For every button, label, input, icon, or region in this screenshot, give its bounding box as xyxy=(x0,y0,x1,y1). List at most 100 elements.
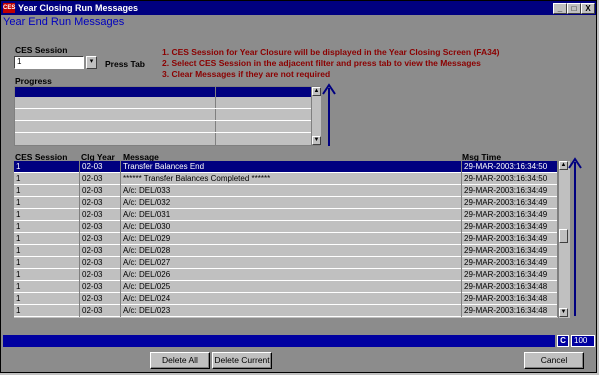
table-row[interactable]: 1 02-03 A/c: DEL/030 29-MAR-2003:16:34:49 xyxy=(14,221,558,233)
cell-msg-time[interactable]: 29-MAR-2003:16:34:49 xyxy=(462,185,558,197)
table-row[interactable]: 1 02-03 A/c: DEL/029 29-MAR-2003:16:34:49 xyxy=(14,233,558,245)
progress-divider xyxy=(215,87,216,145)
scroll-up-icon[interactable]: ▲ xyxy=(312,87,321,96)
cell-clg-year[interactable]: 02-03 xyxy=(80,185,121,197)
cell-ces-session[interactable]: 1 xyxy=(14,245,80,257)
table-row[interactable]: 1 02-03 A/c: DEL/025 29-MAR-2003:16:34:48 xyxy=(14,281,558,293)
app-icon: CES xyxy=(3,3,16,13)
cell-message[interactable]: A/c: DEL/027 xyxy=(121,257,462,269)
cell-ces-session[interactable]: 1 xyxy=(14,293,80,305)
cell-msg-time[interactable]: 29-MAR-2003:16:34:49 xyxy=(462,197,558,209)
progress-line xyxy=(15,120,311,121)
delete-all-button[interactable]: Delete All xyxy=(150,352,210,369)
cell-message[interactable]: Transfer Balances End xyxy=(121,161,462,173)
cell-clg-year[interactable]: 02-03 xyxy=(80,281,121,293)
status-mode: C xyxy=(557,335,569,347)
cell-ces-session[interactable]: 1 xyxy=(14,233,80,245)
table-row[interactable]: 1 02-03 A/c: DEL/024 29-MAR-2003:16:34:48 xyxy=(14,293,558,305)
annotation-arrow-up-icon xyxy=(568,157,582,316)
title-bar: CES Year Closing Run Messages _ □ X xyxy=(1,1,596,15)
cell-ces-session[interactable]: 1 xyxy=(14,269,80,281)
cell-msg-time[interactable]: 29-MAR-2003:16:34:49 xyxy=(462,221,558,233)
cell-clg-year[interactable]: 02-03 xyxy=(80,305,121,317)
cell-ces-session[interactable]: 1 xyxy=(14,305,80,317)
cell-message[interactable]: A/c: DEL/024 xyxy=(121,293,462,305)
cell-msg-time[interactable]: 29-MAR-2003:16:34:49 xyxy=(462,245,558,257)
progress-line xyxy=(15,108,311,109)
cell-message[interactable]: A/c: DEL/030 xyxy=(121,221,462,233)
progress-label: Progress xyxy=(15,76,52,86)
cell-clg-year[interactable]: 02-03 xyxy=(80,257,121,269)
cell-clg-year[interactable]: 02-03 xyxy=(80,221,121,233)
cell-msg-time[interactable]: 29-MAR-2003:16:34:48 xyxy=(462,305,558,317)
cell-ces-session[interactable]: 1 xyxy=(14,257,80,269)
cell-clg-year[interactable]: 02-03 xyxy=(80,233,121,245)
scroll-up-icon[interactable]: ▲ xyxy=(559,161,568,170)
window-title: Year Closing Run Messages xyxy=(18,3,139,13)
cell-clg-year[interactable]: 02-03 xyxy=(80,209,121,221)
scroll-down-icon[interactable]: ▼ xyxy=(559,308,568,317)
cell-msg-time[interactable]: 29-MAR-2003:16:34:48 xyxy=(462,281,558,293)
cell-ces-session[interactable]: 1 xyxy=(14,209,80,221)
cell-msg-time[interactable]: 29-MAR-2003:16:34:49 xyxy=(462,209,558,221)
cell-ces-session[interactable]: 1 xyxy=(14,197,80,209)
table-row[interactable]: 1 02-03 A/c: DEL/027 29-MAR-2003:16:34:49 xyxy=(14,257,558,269)
annotation-arrow-up-icon xyxy=(322,83,336,146)
cell-message[interactable]: A/c: DEL/031 xyxy=(121,209,462,221)
cell-message[interactable]: A/c: DEL/033 xyxy=(121,185,462,197)
cell-msg-time[interactable]: 29-MAR-2003:16:34:49 xyxy=(462,257,558,269)
cell-message[interactable]: ****** Transfer Balances Completed *****… xyxy=(121,173,462,185)
table-row[interactable]: 1 02-03 A/c: DEL/026 29-MAR-2003:16:34:49 xyxy=(14,269,558,281)
cell-clg-year[interactable]: 02-03 xyxy=(80,197,121,209)
status-count: 100 xyxy=(571,335,595,347)
cell-message[interactable]: A/c: DEL/029 xyxy=(121,233,462,245)
instruction-3: 3. Clear Messages if they are not requir… xyxy=(162,69,331,79)
table-row[interactable]: 1 02-03 A/c: DEL/028 29-MAR-2003:16:34:49 xyxy=(14,245,558,257)
maximize-button[interactable]: □ xyxy=(567,3,581,14)
instruction-1: 1. CES Session for Year Closure will be … xyxy=(162,47,500,57)
cell-msg-time[interactable]: 29-MAR-2003:16:34:48 xyxy=(462,293,558,305)
cell-msg-time[interactable]: 29-MAR-2003:16:34:49 xyxy=(462,269,558,281)
delete-current-button[interactable]: Delete Current xyxy=(212,352,272,369)
cell-clg-year[interactable]: 02-03 xyxy=(80,293,121,305)
progress-scrollbar[interactable]: ▲ ▼ xyxy=(311,87,321,145)
ces-session-input[interactable]: 1 xyxy=(14,56,84,69)
messages-grid: 1 02-03 Transfer Balances End 29-MAR-2003:1… xyxy=(14,161,570,318)
table-row[interactable]: 1 02-03 ****** Transfer Balances Completed… xyxy=(14,173,558,185)
instruction-2: 2. Select CES Session in the adjacent fi… xyxy=(162,58,481,68)
progress-row[interactable] xyxy=(15,87,311,97)
cell-message[interactable]: A/c: DEL/026 xyxy=(121,269,462,281)
cell-clg-year[interactable]: 02-03 xyxy=(80,245,121,257)
cell-message[interactable]: A/c: DEL/028 xyxy=(121,245,462,257)
scroll-down-icon[interactable]: ▼ xyxy=(312,136,321,145)
table-row[interactable]: 1 02-03 A/c: DEL/032 29-MAR-2003:16:34:49 xyxy=(14,197,558,209)
cell-msg-time[interactable]: 29-MAR-2003:16:34:50 xyxy=(462,161,558,173)
minimize-button[interactable]: _ xyxy=(553,3,567,14)
cell-ces-session[interactable]: 1 xyxy=(14,221,80,233)
cell-message[interactable]: A/c: DEL/023 xyxy=(121,305,462,317)
table-row[interactable]: 1 02-03 A/c: DEL/033 29-MAR-2003:16:34:49 xyxy=(14,185,558,197)
status-bar xyxy=(3,335,555,347)
cell-ces-session[interactable]: 1 xyxy=(14,185,80,197)
cell-msg-time[interactable]: 29-MAR-2003:16:34:49 xyxy=(462,233,558,245)
cancel-button[interactable]: Cancel xyxy=(524,352,584,369)
cell-clg-year[interactable]: 02-03 xyxy=(80,173,121,185)
cell-msg-time[interactable]: 29-MAR-2003:16:34:50 xyxy=(462,173,558,185)
form-subtitle: Year End Run Messages xyxy=(3,16,125,28)
cell-ces-session[interactable]: 1 xyxy=(14,173,80,185)
close-button[interactable]: X xyxy=(581,3,595,14)
table-row[interactable]: 1 02-03 A/c: DEL/031 29-MAR-2003:16:34:49 xyxy=(14,209,558,221)
progress-line xyxy=(15,132,311,133)
scroll-thumb[interactable] xyxy=(559,229,568,243)
cell-clg-year[interactable]: 02-03 xyxy=(80,161,121,173)
cell-message[interactable]: A/c: DEL/025 xyxy=(121,281,462,293)
press-tab-label: Press Tab xyxy=(105,59,146,69)
cell-message[interactable]: A/c: DEL/032 xyxy=(121,197,462,209)
cell-ces-session[interactable]: 1 xyxy=(14,281,80,293)
table-row[interactable]: 1 02-03 A/c: DEL/023 29-MAR-2003:16:34:48 xyxy=(14,305,558,317)
progress-grid: ▲ ▼ xyxy=(14,86,321,146)
cell-clg-year[interactable]: 02-03 xyxy=(80,269,121,281)
table-row[interactable]: 1 02-03 Transfer Balances End 29-MAR-2003:1… xyxy=(14,161,558,173)
cell-ces-session[interactable]: 1 xyxy=(14,161,80,173)
lov-dropdown-button[interactable]: ▾ xyxy=(86,56,97,69)
